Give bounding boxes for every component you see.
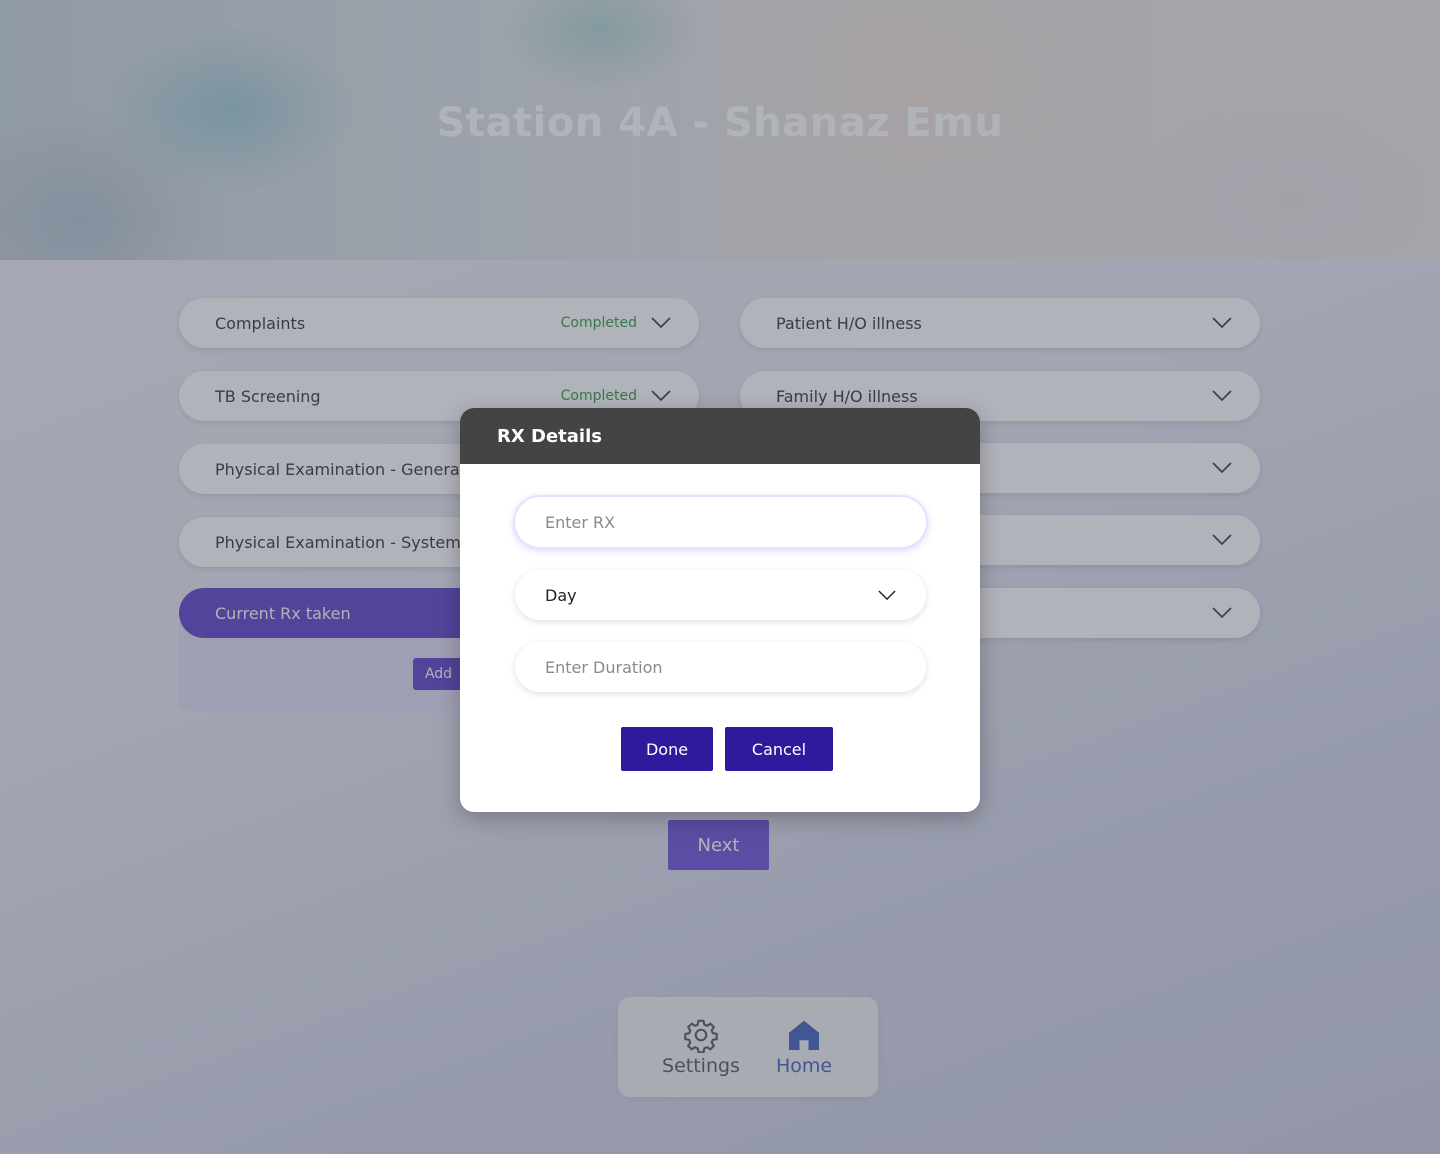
rx-input[interactable] — [545, 512, 896, 532]
duration-field[interactable] — [515, 642, 926, 692]
dialog-header: RX Details — [460, 408, 980, 464]
frequency-select[interactable]: Day — [515, 570, 926, 620]
frequency-selected-value: Day — [545, 585, 577, 605]
done-button[interactable]: Done — [621, 727, 713, 771]
rx-field[interactable] — [515, 497, 926, 547]
cancel-button[interactable]: Cancel — [725, 727, 833, 771]
duration-input[interactable] — [545, 657, 896, 677]
chevron-down-icon — [878, 589, 896, 600]
rx-details-dialog: RX Details Day Done Cancel — [460, 408, 980, 812]
dialog-title: RX Details — [497, 425, 602, 447]
